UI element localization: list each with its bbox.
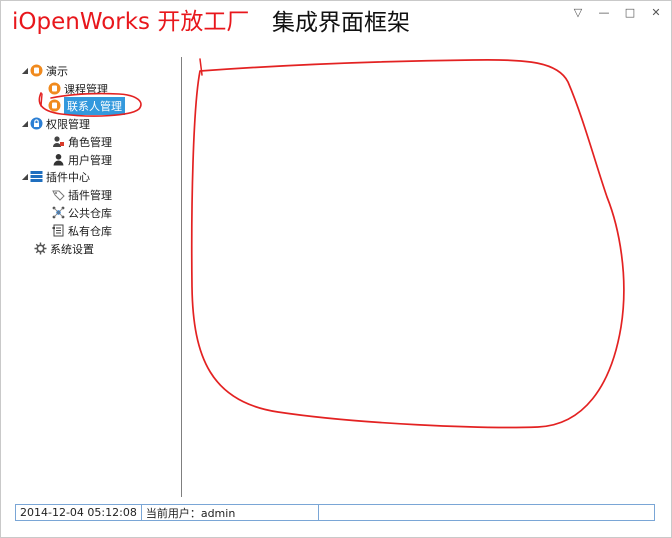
tree-node-permission[interactable]: ◢ 权限管理 <box>20 115 90 132</box>
tree-node-label: 系统设置 <box>50 242 94 256</box>
tree-node-public-repo[interactable]: 公共仓库 <box>52 204 112 221</box>
user-icon <box>52 153 65 166</box>
lock-icon <box>30 117 43 130</box>
collapse-toggle-icon[interactable]: ◢ <box>20 119 30 128</box>
tree-node-plugin[interactable]: 插件管理 <box>52 186 112 203</box>
tree-node-label: 插件管理 <box>68 188 112 202</box>
status-bar: 2014-12-04 05:12:08 当前用户：admin <box>15 504 655 521</box>
app-window: iOpenWorks 开放工厂 集成界面框架 ▽ — □ ✕ ◢ 演示 课程管理 <box>0 0 672 538</box>
tree-node-label: 演示 <box>46 64 68 78</box>
nav-tree: ◢ 演示 课程管理 联系人管理 ◢ 权限管理 角色管理 用户管理 ◢ 插件中心 … <box>1 57 179 497</box>
demo-icon <box>30 64 43 77</box>
tree-node-settings[interactable]: 系统设置 <box>34 240 94 257</box>
window-controls: ▽ — □ ✕ <box>567 4 667 20</box>
course-icon <box>48 82 61 95</box>
annotation-scribble <box>190 58 625 429</box>
main-content <box>183 57 669 497</box>
gear-icon <box>34 242 47 255</box>
tree-node-label: 私有仓库 <box>68 224 112 238</box>
public-repo-icon <box>52 206 65 219</box>
contact-icon <box>48 99 61 112</box>
tree-node-course[interactable]: 课程管理 <box>48 80 108 97</box>
brand-title: iOpenWorks 开放工厂 <box>12 9 250 35</box>
collapse-toggle-icon[interactable]: ◢ <box>20 66 30 75</box>
tree-node-role[interactable]: 角色管理 <box>52 133 112 150</box>
tree-node-label: 公共仓库 <box>68 206 112 220</box>
tree-node-label: 权限管理 <box>46 117 90 131</box>
tree-node-user[interactable]: 用户管理 <box>52 151 112 168</box>
collapse-toggle-icon[interactable]: ◢ <box>20 172 30 181</box>
maximize-icon[interactable]: □ <box>619 4 641 20</box>
tree-node-private-repo[interactable]: 私有仓库 <box>52 222 112 239</box>
tree-node-label: 课程管理 <box>64 82 108 96</box>
tree-node-label: 联系人管理 <box>64 96 125 115</box>
dropdown-icon[interactable]: ▽ <box>567 4 589 20</box>
page-title: 集成界面框架 <box>272 10 410 36</box>
plugin-icon <box>52 188 65 201</box>
minimize-icon[interactable]: — <box>593 4 615 20</box>
tree-node-label: 插件中心 <box>46 170 90 184</box>
header: iOpenWorks 开放工厂 集成界面框架 ▽ — □ ✕ <box>1 1 671 53</box>
plugin-center-icon <box>30 170 43 183</box>
tree-node-label: 角色管理 <box>68 135 112 149</box>
status-extra <box>319 505 654 520</box>
tree-node-contact[interactable]: 联系人管理 <box>48 96 125 115</box>
private-repo-icon <box>52 224 65 237</box>
status-datetime: 2014-12-04 05:12:08 <box>16 505 142 520</box>
panel-splitter[interactable] <box>181 57 182 497</box>
tree-node-label: 用户管理 <box>68 153 112 167</box>
close-icon[interactable]: ✕ <box>645 4 667 20</box>
status-current-user: 当前用户：admin <box>142 505 319 520</box>
tree-node-demo[interactable]: ◢ 演示 <box>20 62 68 79</box>
tree-node-plugin-center[interactable]: ◢ 插件中心 <box>20 168 90 185</box>
role-icon <box>52 135 65 148</box>
